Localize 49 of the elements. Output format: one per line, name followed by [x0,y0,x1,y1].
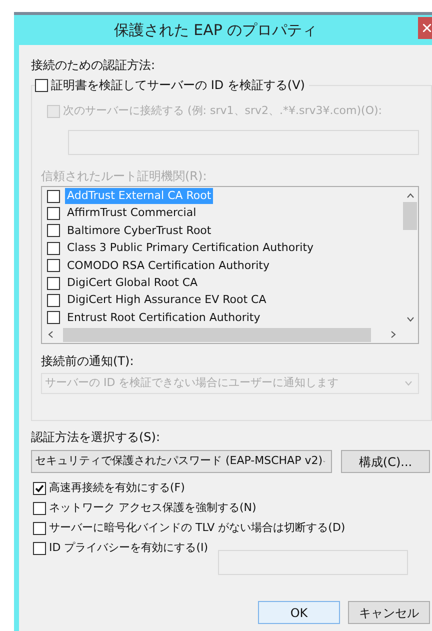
checkbox[interactable] [47,259,60,272]
checkbox[interactable] [47,276,60,290]
close-button[interactable] [418,17,432,39]
list-item-label[interactable]: Entrust Root Certification Authority [67,310,260,326]
checkbox[interactable] [47,294,60,308]
field-label: 信頼されたルート証明機関(R): [41,168,208,184]
scroll-thumb[interactable] [63,328,371,342]
field-label: 認証方法を選択する(S): [31,429,162,445]
checkbox[interactable] [47,224,60,238]
list-item-label[interactable]: COMODO RSA Certification Authority [67,258,270,274]
checkbox[interactable] [33,502,46,514]
checkbox[interactable] [47,311,60,324]
certificate-list[interactable] [41,186,419,344]
checkbox-label: 証明書を検証してサーバーの ID を検証する(V) [51,77,305,94]
configure-button[interactable]: 構成(C)... [341,450,430,473]
list-item-label[interactable]: Baltimore CyberTrust Root [67,222,212,240]
checkbox-label: 次のサーバーに接続する (例: srv1、srv2、.*¥.srv3¥.com)(O): [63,103,382,119]
scroll-left-icon [48,331,53,338]
field-label: 接続前の通知(T): [41,352,135,368]
dropdown-value: セキュリティで保護されたパスワード (EAP-MSCHAP v2) [35,453,323,470]
checkbox[interactable] [47,207,60,220]
checkbox[interactable] [35,78,48,92]
server-name-field[interactable] [68,130,419,154]
chevron-down-icon [405,380,412,386]
checkbox[interactable] [47,242,60,255]
window-title: 保護された EAP のプロパティ [114,20,318,41]
scroll-up-icon [406,192,414,198]
list-item-label[interactable]: DigiCert Global Root CA [67,274,198,292]
checkbox-label: サーバーに暗号化バインドの TLV がない場合は切断する(D) [49,520,346,536]
section-label: 接続のための認証方法: [31,57,156,73]
checkbox[interactable] [47,190,60,203]
checkbox[interactable] [33,522,46,534]
list-item-label[interactable]: DigiCert High Assurance EV Root CA [67,292,266,309]
scroll-right-icon [391,331,396,338]
checkbox-label: 高速再接続を有効にする(F) [49,480,185,496]
identity-field[interactable] [218,550,408,575]
checkbox-checked[interactable] [33,482,46,494]
scroll-thumb[interactable] [403,202,417,230]
dropdown-value: サーバーの ID を検証できない場合にユーザーに通知します [45,374,339,391]
list-item-label[interactable]: AffirmTrust Commercial [67,205,196,222]
ok-button[interactable]: OK [258,601,340,624]
checkbox-label: ネットワーク アクセス保護を強制する(N) [49,500,256,516]
cancel-button[interactable]: キャンセル [348,601,430,624]
checkbox-label: ID プライバシーを有効にする(I) [49,540,208,556]
checkbox[interactable] [33,542,46,554]
list-item-label[interactable]: Class 3 Public Primary Certification Authority [67,240,314,257]
close-icon [423,24,431,32]
method-dropdown[interactable]: セキュリティで保護されたパスワード (EAP-MSCHAP v2) [31,450,332,473]
scroll-down-icon [406,316,414,322]
